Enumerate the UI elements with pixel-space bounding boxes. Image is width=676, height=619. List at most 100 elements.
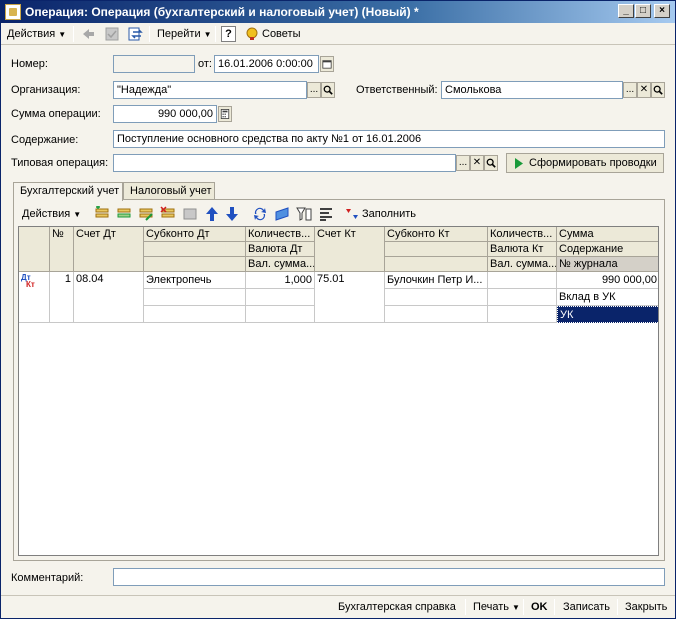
minimize-button[interactable]: _ xyxy=(618,4,634,18)
calculator-icon xyxy=(220,109,230,119)
calendar-button[interactable] xyxy=(320,56,334,72)
currency-dt-header[interactable]: Валюта Дт xyxy=(246,242,315,257)
end-edit-icon[interactable] xyxy=(182,206,198,222)
responsible-select-button[interactable]: ... xyxy=(623,82,637,98)
tab-tax[interactable]: Налоговый учет xyxy=(123,182,215,200)
subconto-kt-3-cell[interactable] xyxy=(385,306,488,323)
currency-dt-cell[interactable] xyxy=(246,289,315,306)
fill-down-icon[interactable] xyxy=(274,206,290,222)
qty-dt-header[interactable]: Количеств... xyxy=(246,227,315,242)
accounting-reference-button[interactable]: Бухгалтерская справка xyxy=(338,600,456,614)
subconto-dt-3-cell[interactable] xyxy=(144,306,246,323)
close-button[interactable]: Закрыть xyxy=(625,600,667,614)
responsible-open-button[interactable] xyxy=(651,82,665,98)
magnifier-icon xyxy=(653,85,663,95)
sum-header[interactable]: Сумма xyxy=(557,227,658,242)
ok-button[interactable]: OK xyxy=(531,600,548,614)
subconto-kt-3-header xyxy=(385,257,488,272)
typical-operation-clear-button[interactable]: ✕ xyxy=(470,155,484,171)
content-cell[interactable]: Вклад в УК xyxy=(557,289,658,306)
generate-entries-button[interactable]: Сформировать проводки xyxy=(506,153,664,173)
document-icon xyxy=(5,4,21,20)
currency-kt-header[interactable]: Валюта Кт xyxy=(488,242,557,257)
subconto-kt-2-cell[interactable] xyxy=(385,289,488,306)
currency-kt-cell[interactable] xyxy=(488,289,557,306)
row-type-icon: Дт Кт xyxy=(19,272,50,323)
delete-row-icon[interactable] xyxy=(160,206,176,222)
subconto-kt-header[interactable]: Субконто Кт xyxy=(385,227,488,242)
refresh-icon[interactable] xyxy=(252,206,268,222)
date-field[interactable]: 16.01.2006 0:00:00 xyxy=(214,55,319,73)
sort-icon[interactable] xyxy=(318,206,334,222)
content-field[interactable]: Поступление основного средства по акту №… xyxy=(113,130,665,148)
window-title: Операция: Операция (бухгалтерский и нало… xyxy=(25,5,419,19)
journal-header[interactable]: № журнала xyxy=(557,257,658,272)
date-label: от: xyxy=(198,58,212,70)
cur-sum-dt-cell[interactable] xyxy=(246,306,315,323)
typical-operation-open-button[interactable] xyxy=(484,155,498,171)
qty-dt-cell[interactable]: 1,000 xyxy=(246,272,315,289)
sum-cell[interactable]: 990 000,00 xyxy=(557,272,658,289)
actions-menu[interactable]: Действия ▼ xyxy=(7,26,66,42)
tips-button[interactable]: Советы xyxy=(244,26,300,42)
calculator-button[interactable] xyxy=(218,106,232,122)
typical-operation-field[interactable] xyxy=(113,154,456,172)
content-label: Содержание: xyxy=(11,134,79,146)
number-field[interactable] xyxy=(113,55,195,73)
fill-button[interactable]: Заполнить xyxy=(344,206,416,222)
print-menu[interactable]: Печать ▼ xyxy=(473,600,520,615)
move-down-icon[interactable] xyxy=(224,206,240,222)
cur-sum-kt-cell[interactable] xyxy=(488,306,557,323)
entries-table[interactable]: № Счет Дт Субконто Дт Количеств... Счет … xyxy=(18,226,659,556)
subconto-kt-2-header xyxy=(385,242,488,257)
subconto-kt-cell[interactable]: Булочкин Петр И... xyxy=(385,272,488,289)
move-up-icon[interactable] xyxy=(204,206,220,222)
acc-dt-header[interactable]: Счет Дт xyxy=(74,227,144,272)
document-movements-icon[interactable] xyxy=(127,26,143,42)
help-button[interactable]: ? xyxy=(221,26,236,42)
acc-kt-header[interactable]: Счет Кт xyxy=(315,227,385,272)
subconto-dt-cell[interactable]: Электропечь xyxy=(144,272,246,289)
subconto-dt-2-cell[interactable] xyxy=(144,289,246,306)
num-header[interactable]: № xyxy=(50,227,74,272)
title-bar[interactable]: Операция: Операция (бухгалтерский и нало… xyxy=(1,1,675,23)
accounting-tab-panel: Действия ▼ Заполнить № Счет Дт Субконто Д… xyxy=(13,199,665,561)
maximize-button[interactable]: □ xyxy=(635,4,651,18)
sum-field[interactable]: 990 000,00 xyxy=(113,105,217,123)
subconto-dt-3-header xyxy=(144,257,246,272)
close-window-button[interactable]: × xyxy=(654,4,670,18)
grid-actions-menu[interactable]: Действия ▼ xyxy=(22,206,81,222)
edit-row-icon[interactable] xyxy=(138,206,154,222)
copy-row-icon[interactable] xyxy=(116,206,132,222)
magnifier-icon xyxy=(323,85,333,95)
content-header[interactable]: Содержание xyxy=(557,242,658,257)
arrow-left-icon[interactable] xyxy=(80,26,96,42)
responsible-field[interactable]: Смолькова xyxy=(441,81,623,99)
qty-kt-cell[interactable] xyxy=(488,272,557,289)
row-num-cell[interactable]: 1 xyxy=(50,272,74,323)
organization-open-button[interactable] xyxy=(321,82,335,98)
filter-icon[interactable] xyxy=(296,206,312,222)
add-row-icon[interactable] xyxy=(94,206,110,222)
operation-window: Операция: Операция (бухгалтерский и нало… xyxy=(0,0,676,619)
tips-icon xyxy=(246,27,258,40)
main-toolbar: Действия ▼ Перейти ▼ ? Советы xyxy=(1,23,675,45)
post-document-icon[interactable] xyxy=(104,26,120,42)
sum-label: Сумма операции: xyxy=(11,108,101,120)
subconto-dt-header[interactable]: Субконто Дт xyxy=(144,227,246,242)
row-icon-header xyxy=(19,227,50,272)
qty-kt-header[interactable]: Количеств... xyxy=(488,227,557,242)
cur-sum-kt-header[interactable]: Вал. сумма... xyxy=(488,257,557,272)
tab-accounting[interactable]: Бухгалтерский учет xyxy=(13,182,123,201)
journal-cell[interactable]: УК xyxy=(557,306,658,323)
typical-operation-select-button[interactable]: ... xyxy=(456,155,470,171)
acc-dt-cell[interactable]: 08.04 xyxy=(74,272,144,323)
responsible-clear-button[interactable]: ✕ xyxy=(637,82,651,98)
organization-select-button[interactable]: ... xyxy=(307,82,321,98)
comment-field[interactable] xyxy=(113,568,665,586)
acc-kt-cell[interactable]: 75.01 xyxy=(315,272,385,323)
save-button[interactable]: Записать xyxy=(563,600,610,614)
cur-sum-dt-header[interactable]: Вал. сумма... xyxy=(246,257,315,272)
organization-field[interactable]: "Надежда" xyxy=(113,81,307,99)
goto-menu[interactable]: Перейти ▼ xyxy=(157,26,212,42)
